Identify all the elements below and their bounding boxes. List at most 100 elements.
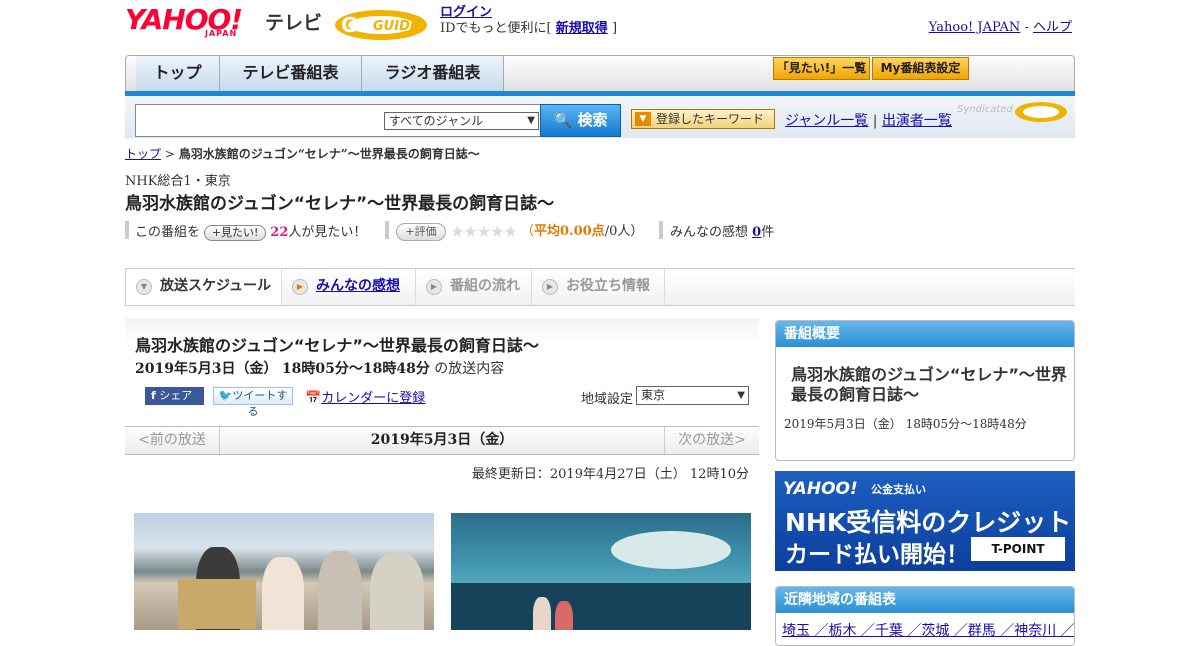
yahoo-japan-text: JAPAN bbox=[205, 29, 238, 38]
search-button[interactable]: 🔍 検索 bbox=[540, 104, 621, 137]
play-icon: ▶ bbox=[542, 279, 558, 295]
tab-kansou[interactable]: ▶ みんなの感想 bbox=[282, 269, 416, 305]
search-button-label: 検索 bbox=[577, 111, 608, 129]
avg-people: /0人） bbox=[604, 224, 644, 239]
mitai-count: 22 bbox=[270, 225, 289, 240]
mitai-button[interactable]: +見たい! bbox=[204, 224, 267, 241]
mitai-list-button[interactable]: 「見たい!」一覧 bbox=[773, 57, 870, 80]
svg-text:GUIDE: GUIDE bbox=[373, 19, 419, 34]
neighbor-header: 近隣地域の番組表 bbox=[776, 587, 1074, 613]
tweet-label: ツイートする bbox=[232, 389, 288, 418]
tank-floor bbox=[451, 583, 751, 630]
rating-stars: ★★★★★ bbox=[450, 222, 518, 241]
tv-title[interactable]: テレビ bbox=[265, 8, 322, 35]
play-icon: ▶ bbox=[426, 279, 442, 295]
mitai-button-label: 見たい! bbox=[221, 225, 259, 239]
photo-board bbox=[178, 579, 256, 629]
neighbor-region-box: 近隣地域の番組表 埼玉 ／栃木 ／千葉 ／茨城 ／群馬 ／神奈川 ／東 bbox=[775, 586, 1075, 646]
facebook-share-button[interactable]: f シェア bbox=[145, 387, 204, 405]
tab-kansou-label: みんなの感想 bbox=[316, 278, 400, 294]
share-label: シェア bbox=[159, 389, 193, 402]
keyword-arrow-icon: ▼ bbox=[635, 112, 651, 126]
tweet-button[interactable]: 🐦ツイートする bbox=[213, 387, 293, 418]
program-photo-aquarium bbox=[451, 513, 751, 630]
kansou-count-link[interactable]: 0 bbox=[752, 225, 761, 240]
kansou-label: みんなの感想 bbox=[670, 225, 749, 240]
main-nav: トップ テレビ番組表 ラジオ番組表 「見たい!」一覧 My番組表設定 bbox=[125, 55, 1075, 96]
calendar-label[interactable]: カレンダーに登録 bbox=[321, 391, 425, 406]
top-links: Yahoo! JAPAN - ヘルプ bbox=[929, 16, 1072, 35]
calendar-link[interactable]: 📅カレンダーに登録 bbox=[305, 387, 425, 406]
avg-score: 平均0.00点 bbox=[534, 224, 605, 239]
tab-schedule[interactable]: ▼ 放送スケジュール bbox=[125, 269, 282, 305]
play-icon: ▶ bbox=[292, 279, 308, 295]
tab-info[interactable]: ▶ お役立ち情報 bbox=[532, 269, 665, 305]
ad-koukin-text: 公金支払い bbox=[871, 483, 926, 496]
region-label: 地域設定 bbox=[581, 392, 634, 407]
login-sub-text: IDでもっと便利に[ bbox=[440, 21, 552, 36]
current-date: 2019年5月3日（金） bbox=[370, 432, 514, 448]
nav-tab-top[interactable]: トップ bbox=[136, 56, 220, 91]
facebook-icon: f bbox=[151, 389, 156, 402]
meta-divider bbox=[125, 221, 129, 239]
dropdown-arrow-icon: ▼ bbox=[737, 390, 745, 401]
ad-yahoo-logo: YAHOO! bbox=[783, 479, 858, 499]
ad-headline-2: カード払い開始！ bbox=[785, 542, 969, 568]
tab-flow-label: 番組の流れ bbox=[450, 278, 520, 294]
breadcrumb-top[interactable]: トップ bbox=[125, 147, 161, 161]
region-select[interactable]: 東京 ▼ bbox=[636, 386, 749, 405]
ad-headline-1: NHK受信料のクレジット bbox=[785, 508, 1072, 537]
top-links-sep: - bbox=[1024, 20, 1029, 35]
mitai-group: この番組を +見たい! 22人が見たい！ bbox=[135, 221, 366, 241]
air-suffix: の放送内容 bbox=[434, 361, 505, 377]
calendar-icon: 📅 bbox=[305, 391, 322, 406]
avg-open: （ bbox=[521, 224, 535, 239]
prev-broadcast-button[interactable]: <前の放送 bbox=[125, 427, 220, 454]
main-title: 鳥羽水族館のジュゴン“セレナ”～世界最長の飼育日誌～ bbox=[135, 336, 539, 355]
person-figure bbox=[555, 601, 573, 630]
yahoo-japan-link[interactable]: Yahoo! JAPAN bbox=[929, 20, 1021, 35]
neighbor-region-links[interactable]: 埼玉 ／栃木 ／千葉 ／茨城 ／群馬 ／神奈川 ／東 bbox=[782, 620, 1074, 640]
genre-select[interactable]: すべてのジャンル ▼ bbox=[384, 112, 539, 130]
search-links-sep: | bbox=[872, 113, 878, 129]
plus-icon: + bbox=[405, 224, 415, 238]
rating-group: +評価 ★★★★★ （平均0.00点/0人） bbox=[396, 220, 643, 241]
air-time: 18時05分～18時48分 bbox=[281, 361, 430, 377]
help-link[interactable]: ヘルプ bbox=[1033, 20, 1072, 35]
kansou-suffix: 件 bbox=[761, 225, 775, 240]
tab-flow[interactable]: ▶ 番組の流れ bbox=[416, 269, 532, 305]
page-title: 鳥羽水族館のジュゴン“セレナ”～世界最長の飼育日誌～ bbox=[125, 194, 555, 214]
my-settings-button[interactable]: My番組表設定 bbox=[872, 57, 969, 80]
breadcrumb-sep: > bbox=[164, 147, 175, 161]
gguide-logo[interactable]: GUIDE G bbox=[333, 6, 433, 42]
channel-label: NHK総合1・東京 bbox=[125, 174, 231, 189]
keyword-button-label: 登録したキーワード bbox=[656, 112, 765, 126]
mitai-suffix: 人が見たい！ bbox=[288, 225, 367, 240]
genre-list-link[interactable]: ジャンル一覧 bbox=[785, 113, 868, 129]
person-figure bbox=[262, 557, 304, 630]
search-bar: すべてのジャンル ▼ 🔍 検索 ▼ 登録したキーワード ジャンル一覧 | 出演者… bbox=[125, 96, 1075, 138]
summary-datetime: 2019年5月3日（金） 18時05分～18時48分 bbox=[784, 417, 1027, 431]
nav-tab-tv[interactable]: テレビ番組表 bbox=[220, 56, 362, 91]
tab-info-label: お役立ち情報 bbox=[566, 278, 650, 294]
rating-button-label: 評価 bbox=[414, 224, 437, 238]
login-link[interactable]: ログイン bbox=[440, 5, 492, 20]
tpoint-badge: T-POINT bbox=[971, 537, 1065, 561]
program-meta-row: この番組を +見たい! 22人が見たい！ +評価 ★★★★★ （平均0.00点/… bbox=[125, 220, 1075, 241]
twitter-icon: 🐦 bbox=[218, 389, 233, 402]
air-info: 2019年5月3日（金） 18時05分～18時48分 の放送内容 bbox=[135, 358, 504, 378]
genre-select-value: すべてのジャンル bbox=[389, 114, 484, 128]
nhk-credit-ad-banner[interactable]: YAHOO! 公金支払い NHK受信料のクレジット カード払い開始！ T-POI… bbox=[775, 471, 1075, 571]
play-icon: ▼ bbox=[136, 279, 152, 295]
dugong-figure bbox=[611, 531, 731, 569]
kansou-group: みんなの感想 0件 bbox=[670, 221, 774, 240]
next-broadcast-button[interactable]: 次の放送> bbox=[664, 427, 759, 454]
nav-tab-radio[interactable]: ラジオ番組表 bbox=[362, 56, 504, 91]
person-figure bbox=[370, 553, 424, 630]
register-link[interactable]: 新規取得 bbox=[556, 21, 608, 36]
person-figure bbox=[533, 597, 551, 630]
rating-button[interactable]: +評価 bbox=[396, 222, 446, 241]
performer-list-link[interactable]: 出演者一覧 bbox=[882, 113, 952, 129]
region-select-value: 東京 bbox=[641, 388, 666, 402]
keyword-button[interactable]: ▼ 登録したキーワード bbox=[631, 109, 775, 129]
